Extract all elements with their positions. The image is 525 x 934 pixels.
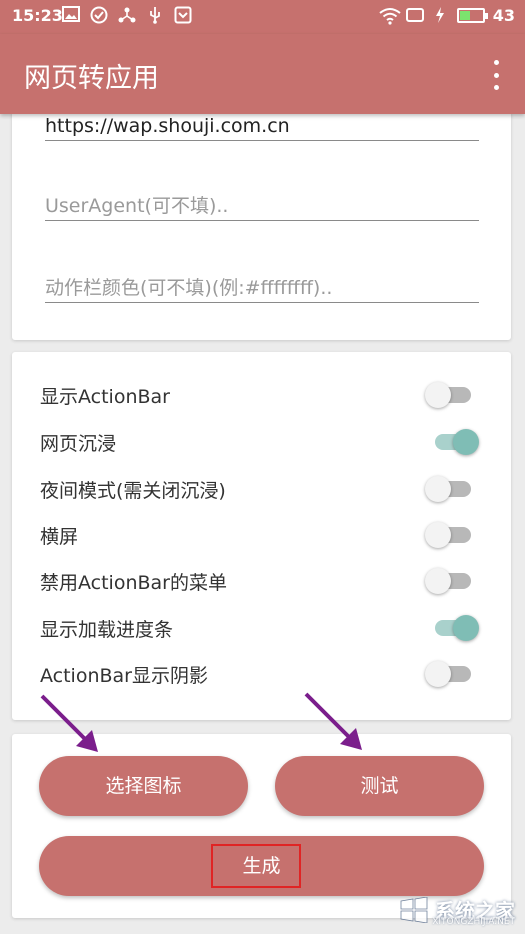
toggle-row-progress-bar[interactable]: 显示加载进度条 [12,607,511,647]
image-icon [62,6,80,24]
input-card: https://wap.shouji.com.cn UserAgent(可不填)… [12,100,511,340]
network-icon [118,6,136,24]
toggle-label: 横屏 [40,526,79,548]
actions-card: 选择图标 测试 生成 [12,734,511,918]
more-options-icon[interactable] [491,60,501,90]
toggle-row-night-mode[interactable]: 夜间模式(需关闭沉浸) [12,468,511,508]
usb-icon [146,6,164,24]
battery-percent: 43 [492,6,515,25]
toggle-switch[interactable] [425,429,479,455]
url-input[interactable]: https://wap.shouji.com.cn [45,112,479,141]
toggle-label: 夜间模式(需关闭沉浸) [40,480,226,502]
test-button[interactable]: 测试 [275,756,484,816]
app-bar: 网页转应用 [0,34,525,114]
status-bar: 15:23 43 [0,0,525,34]
toggle-label: 显示加载进度条 [40,619,174,641]
toggle-label: ActionBar显示阴影 [40,665,208,687]
status-icons-right: 43 [379,6,515,25]
toggle-switch[interactable] [425,382,477,408]
toggle-row-show-actionbar[interactable]: 显示ActionBar [12,374,511,414]
annotation-arrow-left [40,694,98,752]
watermark: 系统之家 XITONGZHIJIA.NET [399,895,515,927]
annotation-arrow-right [304,692,362,750]
toggle-switch[interactable] [425,476,477,502]
generate-button-label: 生成 [242,855,281,877]
status-time: 15:23 [12,6,63,25]
toggle-switch[interactable] [425,522,477,548]
charging-icon [431,6,449,25]
generate-button[interactable]: 生成 [39,836,484,896]
toggle-row-actionbar-shadow[interactable]: ActionBar显示阴影 [12,653,511,693]
choose-icon-button[interactable]: 选择图标 [39,756,248,816]
useragent-input[interactable]: UserAgent(可不填).. [45,192,479,221]
page-title: 网页转应用 [24,63,159,94]
toggle-row-disable-menu[interactable]: 禁用ActionBar的菜单 [12,560,511,600]
toggle-label: 显示ActionBar [40,386,170,408]
screen-icon [405,7,424,25]
toggle-label: 禁用ActionBar的菜单 [40,572,227,594]
actionbar-color-input[interactable]: 动作栏颜色(可不填)(例:#ffffffff).. [45,274,479,303]
battery-icon [456,8,488,23]
check-circle-icon [90,6,108,24]
toggle-row-immersive[interactable]: 网页沉浸 [12,421,511,461]
toggle-row-landscape[interactable]: 横屏 [12,514,511,554]
toggle-switch[interactable] [425,568,477,594]
watermark-logo-icon [400,896,428,923]
toggle-label: 网页沉浸 [40,433,117,455]
watermark-subtext: XITONGZHIJIA.NET [432,917,515,927]
shield-icon [174,6,192,24]
options-card: 显示ActionBar 网页沉浸 夜间模式(需关闭沉浸) 横屏 禁用Action… [12,352,511,720]
wifi-icon [379,7,401,25]
toggle-switch[interactable] [425,661,477,687]
status-icons-left [62,6,192,24]
battery-level-fill [459,11,471,20]
app-screen: 15:23 43 网页转应用 https://wap.shouji.com.cn… [0,0,525,934]
toggle-switch[interactable] [425,615,479,641]
